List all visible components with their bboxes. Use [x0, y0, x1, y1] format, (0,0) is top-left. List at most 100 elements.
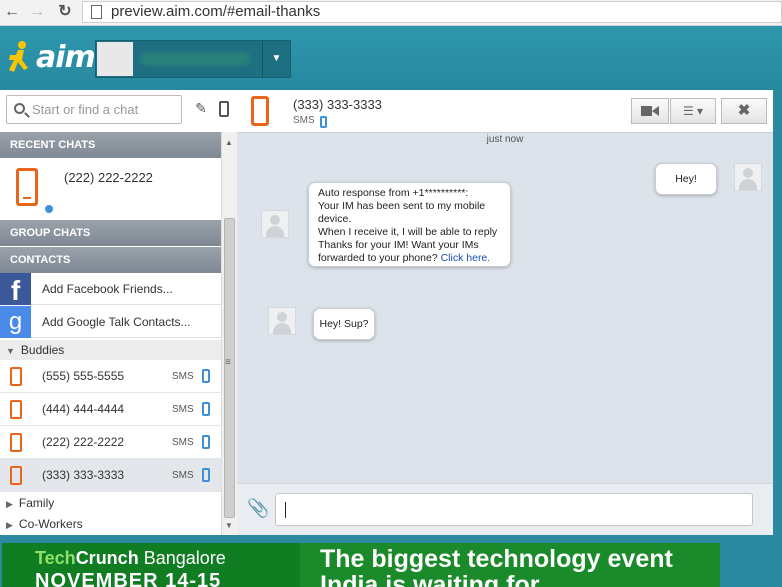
ad-content[interactable]: TechCrunch Bangalore NOVEMBER 14-15 The …: [2, 543, 720, 587]
buddy-number: (333) 333-3333: [42, 468, 125, 482]
auto-response-line: forwarded to your phone?: [318, 252, 438, 264]
add-facebook-label: Add Facebook Friends...: [42, 282, 173, 296]
ad-dates: NOVEMBER 14-15: [35, 570, 222, 587]
auto-response-line: Thanks for your IM! Want your IMs: [318, 239, 479, 251]
outgoing-message: Hey!: [655, 163, 717, 195]
auto-response-line: Auto response from +1**********:: [318, 187, 469, 199]
auto-response-line: When I receive it, I will be able to rep…: [318, 226, 498, 238]
message-text: Hey!: [675, 173, 697, 185]
url-text: preview.aim.com/#email-thanks: [111, 3, 321, 20]
user-avatar: [97, 42, 133, 76]
group-buddies[interactable]: ▼ Buddies: [0, 340, 221, 360]
phone-icon: [10, 466, 22, 485]
group-coworkers[interactable]: ▶ Co-Workers: [0, 514, 221, 534]
close-icon: ✖: [737, 102, 751, 119]
contact-avatar: [268, 307, 296, 335]
running-man-icon: [9, 41, 28, 72]
chat-header: (333) 333-3333 SMS ☰ ▾ ✖: [237, 90, 773, 133]
list-icon: ☰ ▾: [682, 104, 704, 118]
sms-tag: SMS: [172, 470, 194, 481]
address-bar[interactable]: preview.aim.com/#email-thanks: [82, 1, 782, 23]
phone-icon: [251, 96, 269, 126]
buddy-row[interactable]: (555) 555-5555 SMS: [0, 360, 221, 393]
triangle-right-icon: ▶: [6, 499, 13, 509]
auto-response-message: Auto response from +1**********: Your IM…: [308, 182, 511, 267]
group-family-label: Family: [18, 496, 55, 510]
ad-headline-line2: India is waiting for: [320, 571, 540, 587]
ad-brand-tech: Tech: [35, 548, 76, 568]
group-coworkers-label: Co-Workers: [18, 517, 83, 531]
sidebar: Start or find a chat ✎ RECENT CHATS (222…: [0, 90, 237, 535]
buddy-number: (555) 555-5555: [42, 369, 125, 383]
triangle-down-icon: ▼: [6, 346, 15, 356]
ad-headline: The biggest technology event India is wa…: [320, 546, 673, 587]
reload-icon[interactable]: ↻: [55, 2, 75, 22]
ad-brand-block: TechCrunch Bangalore NOVEMBER 14-15: [2, 543, 300, 587]
aim-logo: aim: [6, 40, 96, 76]
online-status-dot: [45, 205, 53, 213]
phone-icon: [16, 168, 38, 206]
group-family[interactable]: ▶ Family: [0, 493, 221, 513]
scroll-up-icon[interactable]: ▲: [225, 138, 233, 147]
options-menu-button[interactable]: ☰ ▾: [670, 98, 716, 124]
chat-contact-number: (333) 333-3333: [293, 97, 382, 112]
search-icon: [14, 103, 25, 114]
video-call-button[interactable]: [631, 98, 669, 124]
scrollbar-thumb[interactable]: [224, 218, 235, 518]
ad-brand-city: Bangalore: [138, 548, 226, 568]
message-timestamp: just now: [486, 134, 524, 145]
text-caret: [285, 502, 286, 518]
group-chats-header[interactable]: GROUP CHATS: [0, 220, 221, 246]
sms-phone-icon: [202, 435, 210, 449]
add-google-talk-contacts[interactable]: g Add Google Talk Contacts...: [0, 306, 221, 338]
incoming-message: Hey! Sup?: [313, 308, 375, 340]
ad-brand-crunch: Crunch: [75, 548, 139, 568]
account-selector[interactable]: ▼: [95, 40, 291, 78]
username-blurred: [140, 53, 250, 65]
back-arrow-icon[interactable]: ←: [2, 2, 22, 22]
message-text: Hey! Sup?: [319, 318, 369, 330]
close-chat-button[interactable]: ✖: [721, 98, 767, 124]
mobile-phone-icon[interactable]: [219, 101, 229, 117]
grip-icon: ≡: [225, 357, 231, 368]
click-here-link[interactable]: Click here.: [441, 252, 491, 264]
recent-chats-header: RECENT CHATS: [0, 132, 221, 158]
buddy-row[interactable]: (222) 222-2222 SMS: [0, 426, 221, 459]
sms-tag: SMS: [172, 437, 194, 448]
search-placeholder: Start or find a chat: [32, 102, 139, 117]
browser-toolbar: ← → ↻ preview.aim.com/#email-thanks: [0, 0, 782, 26]
facebook-icon: f: [0, 273, 31, 306]
scroll-down-icon[interactable]: ▼: [225, 521, 233, 530]
search-input[interactable]: Start or find a chat: [6, 95, 182, 124]
chevron-down-icon[interactable]: ▼: [262, 41, 290, 77]
chat-panel: (333) 333-3333 SMS ☰ ▾ ✖ just now Hey! A…: [237, 90, 773, 535]
buddy-number: (222) 222-2222: [42, 435, 125, 449]
sms-phone-icon: [202, 468, 210, 482]
message-composer: 📎: [237, 483, 773, 535]
ad-banner[interactable]: TechCrunch Bangalore NOVEMBER 14-15 The …: [0, 535, 782, 587]
contact-avatar: [261, 210, 289, 238]
recent-chat-number: (222) 222-2222: [64, 170, 153, 185]
add-facebook-friends[interactable]: f Add Facebook Friends...: [0, 273, 221, 306]
recent-chat-item[interactable]: (222) 222-2222: [0, 158, 221, 220]
google-icon: g: [0, 306, 31, 338]
page-background-strip: [773, 90, 782, 535]
message-input[interactable]: [275, 493, 753, 526]
paperclip-icon[interactable]: 📎: [247, 498, 269, 519]
sms-phone-icon: [202, 402, 210, 416]
page-icon: [91, 5, 102, 19]
buddy-row-selected[interactable]: (333) 333-3333 SMS: [0, 459, 221, 492]
sms-tag: SMS: [172, 371, 194, 382]
contacts-header[interactable]: CONTACTS: [0, 247, 221, 273]
forward-arrow-icon[interactable]: →: [27, 2, 47, 22]
buddy-row[interactable]: (444) 444-4444 SMS: [0, 393, 221, 426]
video-camera-icon: [641, 106, 659, 116]
group-buddies-label: Buddies: [20, 343, 65, 357]
auto-response-line: device.: [318, 213, 352, 225]
ad-brand: TechCrunch Bangalore: [35, 548, 226, 569]
compose-icon[interactable]: ✎: [193, 100, 209, 118]
sms-tag: SMS: [172, 404, 194, 415]
sidebar-scrollbar[interactable]: ▲ ≡ ▼: [221, 132, 237, 535]
add-google-label: Add Google Talk Contacts...: [42, 315, 191, 329]
buddy-number: (444) 444-4444: [42, 402, 125, 416]
